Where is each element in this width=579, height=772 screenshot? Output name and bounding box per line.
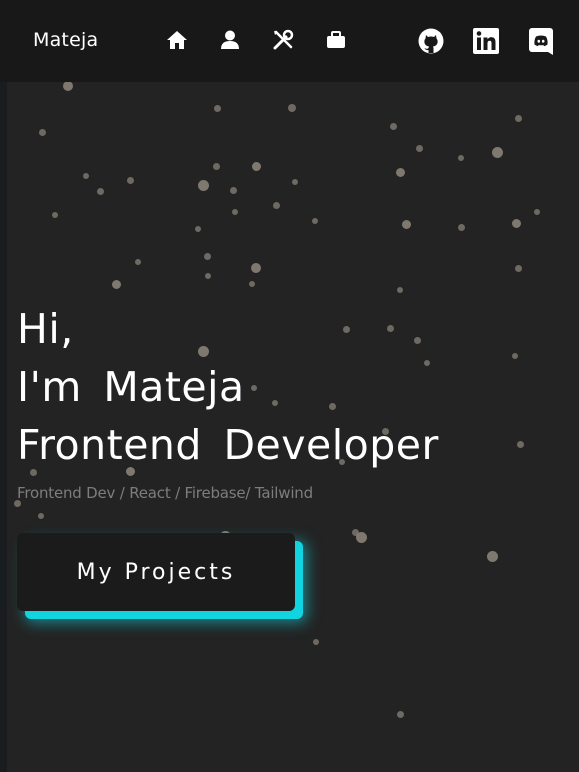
particle-dot [111,279,121,289]
particle-dot [292,179,298,185]
linkedin-icon[interactable] [472,27,500,55]
particle-dot [249,281,255,287]
particle-dot [491,146,503,158]
particle-dot [135,259,141,265]
hero-name: I'm Mateja [17,363,245,411]
navbar: Mateja [0,0,579,82]
particle-dot [415,144,423,152]
particle-dot [197,179,209,191]
particle-dot [401,219,411,229]
particle-dot [251,161,261,171]
home-icon[interactable] [165,28,189,52]
particle-dot [288,104,296,112]
particle-dot [126,176,134,184]
particle-dot [213,104,221,112]
particle-dot [313,639,319,645]
hero-heading: Hi, I'm Mateja Frontend Developer [17,300,439,474]
particle-dot [96,187,104,195]
particle-dot [312,218,318,224]
particle-dot [511,218,521,228]
particle-dot [63,81,73,91]
particle-dot [38,513,44,519]
particle-dot [355,531,367,543]
particle-dot [83,173,89,179]
particle-dot [458,155,464,161]
particle-dot [514,114,522,122]
github-icon[interactable] [417,27,445,55]
hero-greeting: Hi, [17,305,74,353]
particle-dot [396,710,404,718]
particle-dot [457,223,465,231]
brand-logo[interactable]: Mateja [33,29,98,51]
particle-dot [195,226,201,232]
particle-dot [203,252,211,260]
particle-dot [516,440,524,448]
particle-dot [389,122,397,130]
particle-dot [38,128,46,136]
particle-dot [534,209,540,215]
particle-dot [52,212,58,218]
particle-dot [232,209,238,215]
particle-dot [272,201,280,209]
particle-dot [512,353,518,359]
particle-dot [486,550,498,562]
particle-dot [229,186,237,194]
particle-dot [212,162,220,170]
hero-role: Frontend Developer [17,421,439,469]
particle-dot [251,263,261,273]
user-icon[interactable] [218,28,242,52]
tools-icon[interactable] [271,28,295,52]
hero-subtitle: Frontend Dev / React / Firebase/ Tailwin… [17,484,313,502]
particle-dot [205,273,211,279]
briefcase-icon[interactable] [324,28,348,52]
particle-dot [514,264,522,272]
particle-dot [397,287,403,293]
my-projects-button[interactable]: My Projects [17,533,295,611]
discord-icon[interactable] [528,27,556,55]
particle-dot [395,167,405,177]
